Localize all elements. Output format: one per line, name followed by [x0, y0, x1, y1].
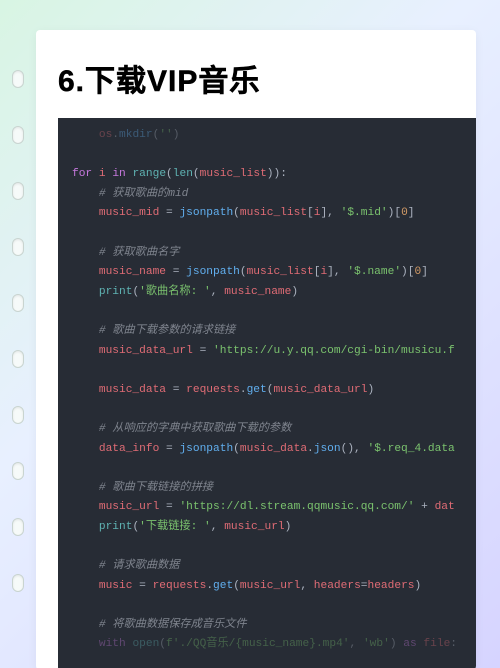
- hole-icon: [12, 574, 24, 592]
- hole-icon: [12, 70, 24, 88]
- code-line: # 从响应的字典中获取歌曲下载的参数: [72, 420, 476, 440]
- hole-icon: [12, 518, 24, 536]
- hole-icon: [12, 182, 24, 200]
- code-line: for i in range(len(music_list)):: [72, 165, 476, 185]
- code-line: # 歌曲下载链接的拼接: [72, 479, 476, 499]
- code-line: # 歌曲下载参数的请求链接: [72, 322, 476, 342]
- code-line: [72, 224, 476, 244]
- notebook-page: 6.下载VIP音乐 os.mkdir('') for i in range(le…: [36, 30, 476, 668]
- code-line: [72, 302, 476, 322]
- notebook-holes: [12, 30, 28, 668]
- hole-icon: [12, 294, 24, 312]
- code-line: # 请求歌曲数据: [72, 557, 476, 577]
- code-line: music_url = 'https://dl.stream.qqmusic.q…: [72, 498, 476, 518]
- code-line: # 将歌曲数据保存成音乐文件: [72, 616, 476, 636]
- code-line: music_data = requests.get(music_data_url…: [72, 381, 476, 401]
- code-line: music_name = jsonpath(music_list[i], '$.…: [72, 263, 476, 283]
- code-line: with open(f'./QQ音乐/{music_name}.mp4', 'w…: [72, 635, 476, 655]
- code-line: music = requests.get(music_url, headers=…: [72, 577, 476, 597]
- code-line: music_data_url = 'https://u.y.qq.com/cgi…: [72, 342, 476, 362]
- hole-icon: [12, 462, 24, 480]
- hole-icon: [12, 126, 24, 144]
- code-line: # 获取歌曲的mid: [72, 185, 476, 205]
- code-line: print('歌曲名称: ', music_name): [72, 283, 476, 303]
- hole-icon: [12, 406, 24, 424]
- code-block: os.mkdir('') for i in range(len(music_li…: [58, 118, 476, 668]
- code-line: music_mid = jsonpath(music_list[i], '$.m…: [72, 204, 476, 224]
- code-line: [72, 537, 476, 557]
- code-line: [72, 361, 476, 381]
- code-line: os.mkdir(''): [72, 126, 476, 146]
- code-line: print('下载链接: ', music_url): [72, 518, 476, 538]
- code-line: [72, 459, 476, 479]
- page-title: 6.下载VIP音乐: [36, 30, 476, 118]
- code-line: [72, 400, 476, 420]
- code-line: # 获取歌曲名字: [72, 244, 476, 264]
- hole-icon: [12, 238, 24, 256]
- code-line: [72, 146, 476, 166]
- hole-icon: [12, 350, 24, 368]
- code-line: data_info = jsonpath(music_data.json(), …: [72, 440, 476, 460]
- code-line: [72, 596, 476, 616]
